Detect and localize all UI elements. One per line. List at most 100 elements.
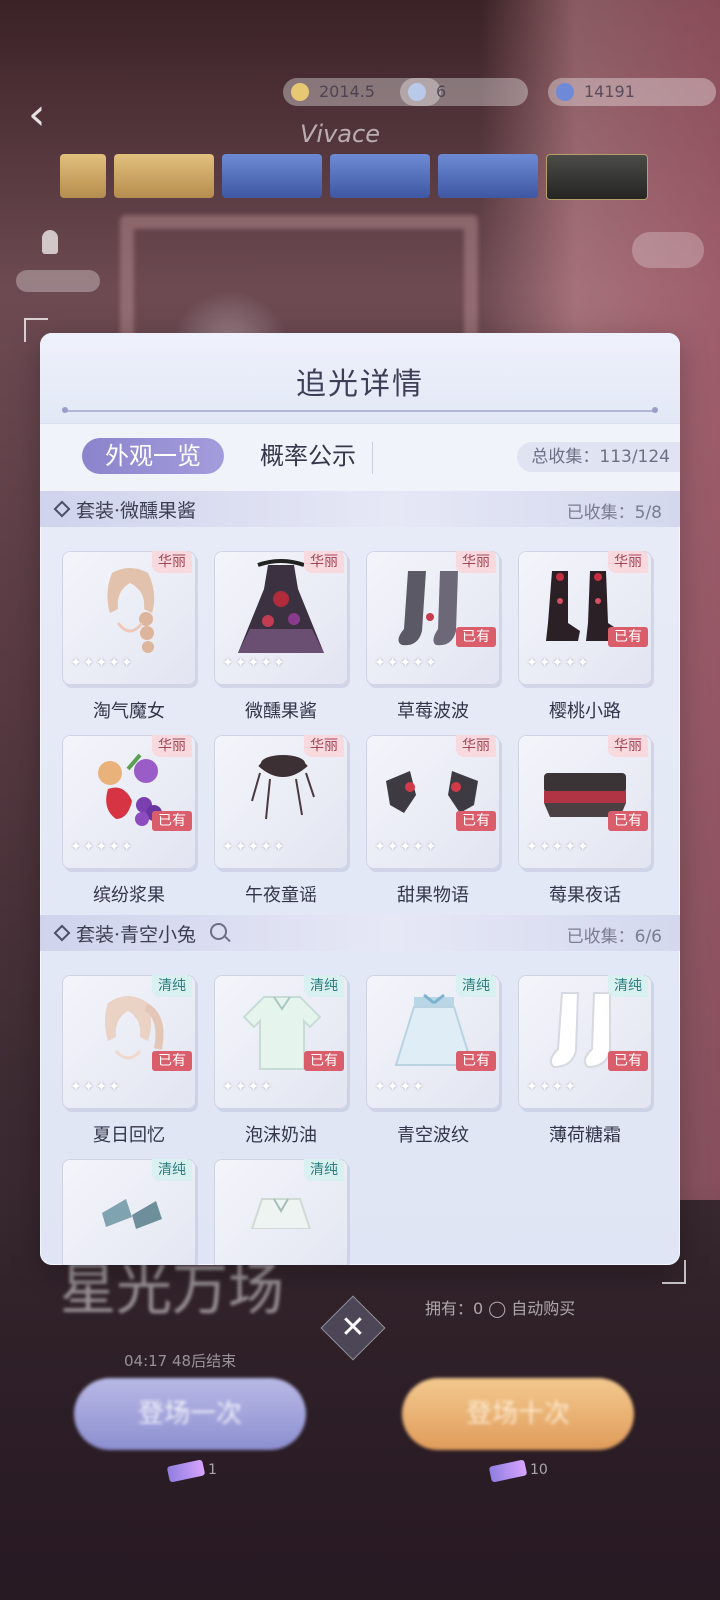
- modal-header: 追光详情: [40, 333, 680, 423]
- item-card[interactable]: 华丽 已有 ✦✦✦✦✦: [518, 551, 652, 685]
- item-card[interactable]: 清纯: [62, 1159, 196, 1265]
- banner-tab-6[interactable]: [546, 154, 648, 200]
- section-header: 套装·微醺果酱 已收集：5/8: [40, 491, 680, 527]
- owned-badge: 已有: [608, 627, 648, 647]
- title-divider: [62, 407, 658, 413]
- owned-badge: 已有: [152, 1051, 192, 1071]
- item-card[interactable]: 华丽 已有 ✦✦✦✦✦: [62, 735, 196, 869]
- item-card[interactable]: 华丽 已有 ✦✦✦✦✦: [366, 735, 500, 869]
- item-card[interactable]: 清纯: [214, 1159, 348, 1265]
- item-name: 青空波纹: [397, 1125, 469, 1146]
- back-arrow-icon[interactable]: ‹: [28, 90, 68, 140]
- rarity-tag: 清纯: [152, 975, 192, 997]
- choker-icon: [251, 755, 315, 820]
- banner-tab-4[interactable]: [330, 154, 430, 198]
- star-rating: ✦✦✦✦✦: [374, 839, 438, 855]
- section-name: 套装·青空小兔: [76, 924, 197, 946]
- event-timer: 04:17 48后结束: [124, 1352, 237, 1370]
- owned-badge: 已有: [608, 811, 648, 831]
- rarity-tag: 华丽: [608, 735, 648, 757]
- owned-badge: 已有: [608, 1051, 648, 1071]
- rarity-tag: 华丽: [152, 735, 192, 757]
- rarity-tag: 华丽: [456, 735, 496, 757]
- collection-list[interactable]: 套装·微醺果酱 已收集：5/8 华丽 ✦✦✦✦✦ 淘气魔女 华丽 ✦✦✦✦✦ 微…: [40, 491, 680, 1265]
- section-count: 已收集：6/6: [566, 927, 662, 947]
- section-count: 已收集：5/8: [566, 503, 662, 523]
- rarity-tag: 清纯: [152, 1159, 192, 1181]
- owned-info: 拥有：0 ◯ 自动购买: [425, 1299, 576, 1318]
- diamond-icon: [408, 83, 426, 101]
- item-name: 樱桃小路: [549, 701, 621, 722]
- rarity-tag: 华丽: [304, 735, 344, 757]
- currency-diamond[interactable]: 6: [400, 78, 528, 106]
- banner-tab-1[interactable]: [60, 154, 106, 198]
- owned-badge: 已有: [456, 627, 496, 647]
- banner-title: Vivace: [300, 120, 380, 148]
- crystal-icon: [556, 83, 574, 101]
- item-name: 微醺果酱: [245, 701, 317, 722]
- star-rating: ✦✦✦✦✦: [222, 839, 286, 855]
- draw-ten-button[interactable]: 登场十次: [402, 1378, 634, 1450]
- item-name: 缤纷浆果: [93, 885, 165, 906]
- rarity-tag: 清纯: [304, 975, 344, 997]
- star-rating: ✦✦✦✦✦: [222, 655, 286, 671]
- jacket-icon: [250, 1198, 312, 1229]
- tab-appearance[interactable]: 外观一览: [82, 438, 224, 474]
- side-toggle[interactable]: [632, 232, 704, 268]
- tab-probability[interactable]: 概率公示: [248, 438, 368, 474]
- item-card[interactable]: 清纯 已有 ✦✦✦✦: [366, 975, 500, 1109]
- info-pill[interactable]: [16, 270, 100, 292]
- star-rating: ✦✦✦✦✦: [526, 655, 590, 671]
- rarity-tag: 华丽: [304, 551, 344, 573]
- owned-badge: 已有: [304, 1051, 344, 1071]
- item-card[interactable]: 华丽 已有 ✦✦✦✦✦: [518, 735, 652, 869]
- item-name: 甜果物语: [397, 885, 469, 906]
- section-header: 套装·青空小兔 已收集：6/6: [40, 915, 680, 951]
- item-card[interactable]: 清纯 已有 ✦✦✦✦: [518, 975, 652, 1109]
- star-rating: ✦✦✦✦: [70, 1079, 121, 1095]
- ticket-count: 10: [530, 1462, 548, 1478]
- star-rating: ✦✦✦✦: [374, 1079, 425, 1095]
- owned-badge: 已有: [152, 811, 192, 831]
- rarity-tag: 华丽: [456, 551, 496, 573]
- rarity-tag: 华丽: [608, 551, 648, 573]
- detail-modal: 追光详情 外观一览 概率公示 总收集：113/124 套装·微醺果酱 已收集：5…: [40, 333, 680, 1265]
- item-name: 泡沫奶油: [245, 1125, 317, 1146]
- banner-tab-5[interactable]: [438, 154, 538, 198]
- star-rating: ✦✦✦✦✦: [526, 839, 590, 855]
- modal-title: 追光详情: [296, 367, 424, 402]
- star-rating: ✦✦✦✦: [526, 1079, 577, 1095]
- tab-separator: [372, 442, 373, 474]
- close-icon[interactable]: ✕: [330, 1305, 376, 1351]
- magnifier-icon[interactable]: [210, 923, 227, 940]
- section-name: 套装·微醺果酱: [76, 500, 197, 522]
- star-rating: ✦✦✦✦: [222, 1079, 273, 1095]
- diamond-bullet-icon: [53, 500, 71, 518]
- tab-bar: 外观一览 概率公示 总收集：113/124: [40, 423, 680, 493]
- coin-icon: [291, 83, 309, 101]
- item-name: 淘气魔女: [93, 701, 165, 722]
- owned-badge: 已有: [456, 811, 496, 831]
- item-card[interactable]: 华丽 ✦✦✦✦✦: [62, 551, 196, 685]
- currency-crystal[interactable]: 14191: [548, 78, 716, 106]
- banner-tab-2[interactable]: [114, 154, 214, 198]
- rarity-tag: 华丽: [152, 551, 192, 573]
- star-rating: ✦✦✦✦✦: [70, 839, 134, 855]
- total-collection: 总收集：113/124: [517, 442, 680, 472]
- item-card[interactable]: 华丽 ✦✦✦✦✦: [214, 735, 348, 869]
- hair-icon: [107, 568, 155, 653]
- item-card[interactable]: 清纯 已有 ✦✦✦✦: [62, 975, 196, 1109]
- keyhole-icon[interactable]: [42, 230, 58, 254]
- item-name: 莓果夜话: [549, 885, 621, 906]
- draw-once-button[interactable]: 登场一次: [74, 1378, 306, 1450]
- ticket-count: 1: [208, 1462, 217, 1478]
- item-card[interactable]: 华丽 已有 ✦✦✦✦✦: [366, 551, 500, 685]
- item-card[interactable]: 华丽 ✦✦✦✦✦: [214, 551, 348, 685]
- banner-tab-3[interactable]: [222, 154, 322, 198]
- item-card[interactable]: 清纯 已有 ✦✦✦✦: [214, 975, 348, 1109]
- item-name: 草莓波波: [397, 701, 469, 722]
- rarity-tag: 清纯: [608, 975, 648, 997]
- diamond-bullet-icon: [53, 924, 71, 942]
- item-name: 午夜童谣: [245, 885, 317, 906]
- rarity-tag: 清纯: [304, 1159, 344, 1181]
